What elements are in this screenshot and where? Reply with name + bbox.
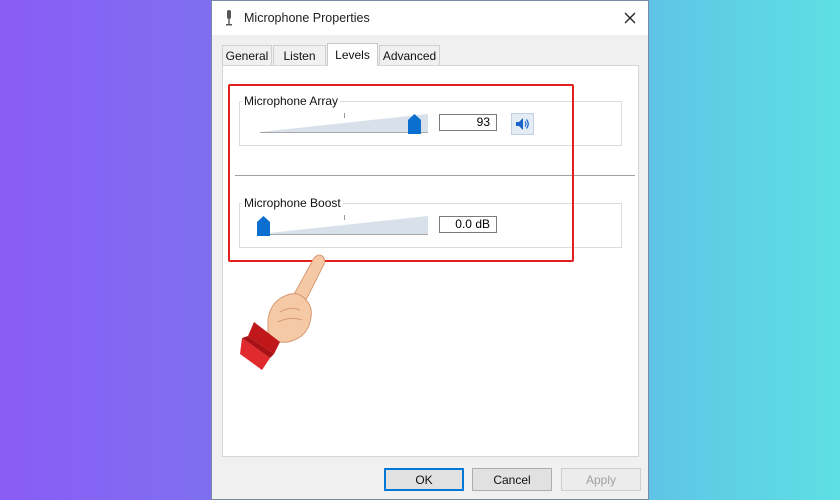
- close-button[interactable]: [612, 1, 648, 35]
- tab-advanced[interactable]: Advanced: [379, 45, 440, 65]
- ok-button[interactable]: OK: [384, 468, 464, 491]
- apply-button[interactable]: Apply: [561, 468, 641, 491]
- microphone-icon: [226, 10, 232, 26]
- highlight-box: [228, 84, 574, 262]
- title-bar: Microphone Properties: [212, 1, 648, 35]
- window-title: Microphone Properties: [244, 11, 370, 25]
- cancel-button[interactable]: Cancel: [472, 468, 552, 491]
- close-icon: [624, 12, 636, 24]
- tab-general[interactable]: General: [222, 45, 272, 65]
- tab-levels[interactable]: Levels: [327, 43, 378, 66]
- pointing-hand-icon: [240, 254, 326, 370]
- tab-listen[interactable]: Listen: [273, 45, 326, 65]
